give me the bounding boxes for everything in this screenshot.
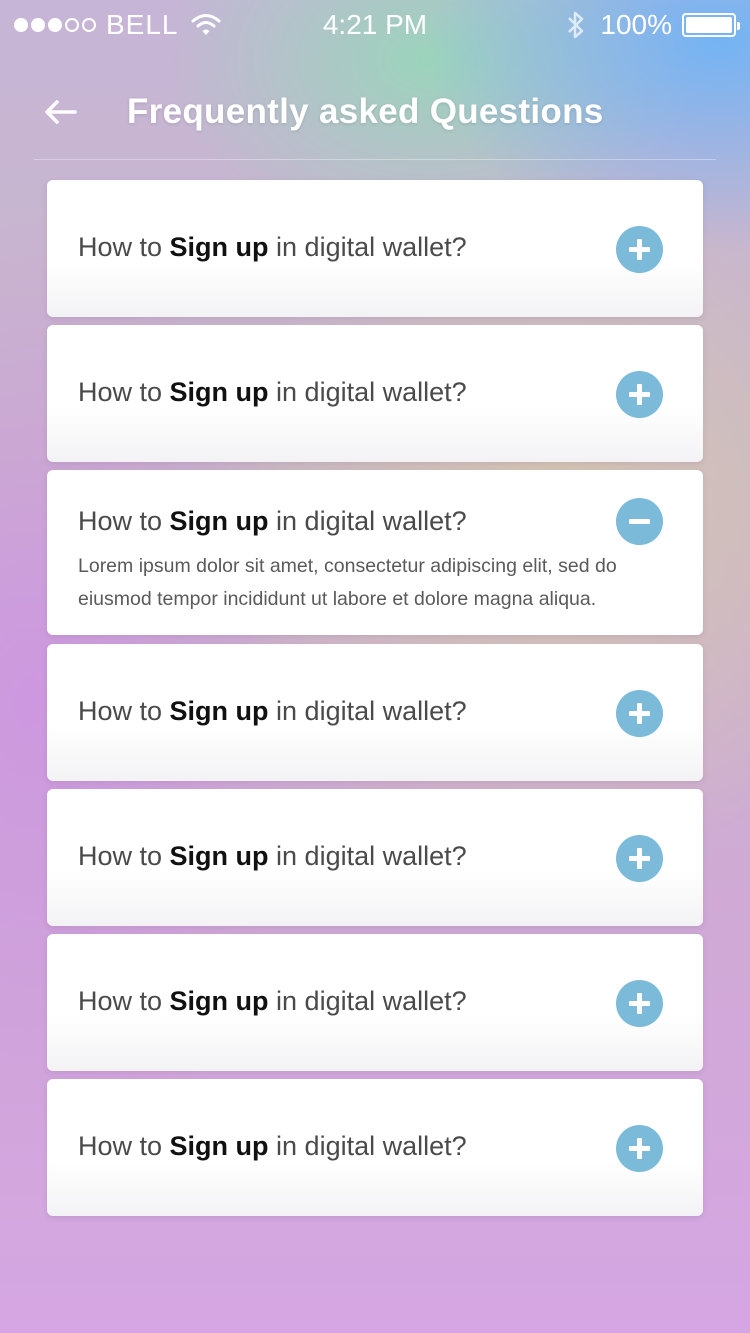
- question-emphasis: Sign up: [169, 696, 269, 726]
- expand-button[interactable]: [616, 1125, 663, 1172]
- faq-item[interactable]: How to Sign up in digital wallet?: [47, 789, 703, 926]
- expand-button[interactable]: [616, 835, 663, 882]
- faq-item[interactable]: How to Sign up in digital wallet? Lorem i…: [47, 470, 703, 635]
- plus-icon: [616, 690, 663, 737]
- faq-answer: Lorem ipsum dolor sit amet, consectetur …: [78, 555, 617, 610]
- faq-item[interactable]: How to Sign up in digital wallet?: [47, 644, 703, 781]
- question-suffix: in digital wallet?: [268, 696, 467, 726]
- faq-question: How to Sign up in digital wallet?: [78, 986, 467, 1017]
- plus-icon: [616, 1125, 663, 1172]
- page-title: Frequently asked Questions: [127, 92, 604, 131]
- faq-question: How to Sign up in digital wallet?: [78, 696, 467, 727]
- question-suffix: in digital wallet?: [268, 1131, 467, 1161]
- question-suffix: in digital wallet?: [268, 841, 467, 871]
- question-emphasis: Sign up: [169, 841, 269, 871]
- question-prefix: How to: [78, 986, 170, 1016]
- question-suffix: in digital wallet?: [268, 506, 467, 536]
- question-emphasis: Sign up: [169, 232, 269, 262]
- icon-bar-vertical: [637, 239, 642, 260]
- back-arrow-icon[interactable]: [40, 94, 82, 130]
- plus-icon: [616, 226, 663, 273]
- question-prefix: How to: [78, 377, 170, 407]
- icon-bar-vertical: [637, 384, 642, 405]
- question-prefix: How to: [78, 232, 170, 262]
- question-emphasis: Sign up: [169, 986, 269, 1016]
- minus-icon: [616, 498, 663, 545]
- question-prefix: How to: [78, 506, 170, 536]
- header: Frequently asked Questions: [0, 80, 750, 160]
- plus-icon: [616, 371, 663, 418]
- faq-question: How to Sign up in digital wallet?: [78, 506, 467, 537]
- faq-item[interactable]: How to Sign up in digital wallet?: [47, 1079, 703, 1216]
- question-emphasis: Sign up: [169, 1131, 269, 1161]
- battery-fill: [686, 17, 732, 33]
- question-emphasis: Sign up: [169, 377, 269, 407]
- collapse-button[interactable]: [616, 498, 663, 545]
- expand-button[interactable]: [616, 371, 663, 418]
- faq-question: How to Sign up in digital wallet?: [78, 377, 467, 408]
- icon-bar-vertical: [637, 848, 642, 869]
- question-suffix: in digital wallet?: [268, 986, 467, 1016]
- expand-button[interactable]: [616, 980, 663, 1027]
- bluetooth-icon: [568, 11, 584, 39]
- question-prefix: How to: [78, 1131, 170, 1161]
- faq-question: How to Sign up in digital wallet?: [78, 841, 467, 872]
- expand-button[interactable]: [616, 226, 663, 273]
- icon-bar-vertical: [637, 993, 642, 1014]
- expand-button[interactable]: [616, 690, 663, 737]
- battery-icon: [682, 13, 740, 37]
- icon-bar-horizontal: [629, 519, 650, 524]
- status-right: 100%: [566, 9, 740, 41]
- question-prefix: How to: [78, 696, 170, 726]
- question-prefix: How to: [78, 841, 170, 871]
- question-suffix: in digital wallet?: [268, 232, 467, 262]
- faq-item[interactable]: How to Sign up in digital wallet?: [47, 180, 703, 317]
- icon-bar-vertical: [637, 703, 642, 724]
- question-suffix: in digital wallet?: [268, 377, 467, 407]
- status-bar: BELL 4:21 PM 100%: [0, 0, 750, 50]
- faq-question: How to Sign up in digital wallet?: [78, 232, 467, 263]
- plus-icon: [616, 835, 663, 882]
- icon-bar-vertical: [637, 1138, 642, 1159]
- faq-item[interactable]: How to Sign up in digital wallet?: [47, 325, 703, 462]
- faq-list: How to Sign up in digital wallet? How to …: [47, 180, 703, 1224]
- battery-percent: 100%: [600, 9, 672, 40]
- question-emphasis: Sign up: [169, 506, 269, 536]
- faq-item[interactable]: How to Sign up in digital wallet?: [47, 934, 703, 1071]
- plus-icon: [616, 980, 663, 1027]
- header-divider: [34, 159, 716, 160]
- faq-question: How to Sign up in digital wallet?: [78, 1131, 467, 1162]
